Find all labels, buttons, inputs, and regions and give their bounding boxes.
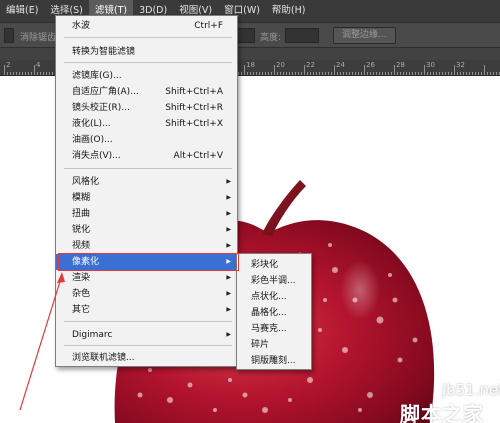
pixelate-item-fragment[interactable]: 碎片 bbox=[237, 337, 311, 353]
filter-menu-item-render[interactable]: 渲染 ▶ bbox=[56, 270, 237, 286]
menu-separator bbox=[64, 321, 232, 322]
submenu-arrow-icon: ▶ bbox=[226, 210, 231, 217]
filter-menu-dropdown: 水波 Ctrl+F 转换为智能滤镜 滤镜库(G)... 自适应广角(A)... Shift… bbox=[55, 15, 238, 367]
menu-item-label: 杂色 bbox=[72, 289, 91, 299]
menu-item-label: Digimarc bbox=[72, 330, 113, 340]
menu-item-label: 镜头校正(R)... bbox=[72, 103, 130, 113]
menu-item-label: 浏览联机滤镜... bbox=[72, 353, 135, 363]
watermark-domain: jb51.net bbox=[442, 381, 500, 399]
filter-menu-item-adaptive-wide-angle[interactable]: 自适应广角(A)... Shift+Ctrl+A bbox=[56, 84, 237, 100]
filter-menu-item-lens-correction[interactable]: 镜头校正(R)... Shift+Ctrl+R bbox=[56, 100, 237, 116]
menu-item-shortcut: Ctrl+F bbox=[194, 21, 223, 31]
highlight-callout-box bbox=[58, 253, 239, 271]
menu-item-label: 渲染 bbox=[72, 273, 91, 283]
pixelate-item-crystallize[interactable]: 晶格化... bbox=[237, 305, 311, 321]
submenu-arrow-icon: ▶ bbox=[226, 306, 231, 313]
submenu-arrow-icon: ▶ bbox=[226, 178, 231, 185]
menu-item-label: 消失点(V)... bbox=[72, 151, 121, 161]
filter-menu-item-video[interactable]: 视频 ▶ bbox=[56, 238, 237, 254]
menu-item-shortcut: Shift+Ctrl+A bbox=[165, 87, 223, 97]
menu-item-label: 风格化 bbox=[72, 177, 100, 187]
submenu-arrow-icon: ▶ bbox=[226, 274, 231, 281]
filter-menu-item-water-wave[interactable]: 水波 Ctrl+F bbox=[56, 18, 237, 34]
pixelate-item-color-halftone-crystallize[interactable]: 彩块化 bbox=[237, 257, 311, 273]
submenu-arrow-icon: ▶ bbox=[226, 331, 231, 338]
pixelate-item-color-halftone[interactable]: 彩色半调... bbox=[237, 273, 311, 289]
filter-menu-item-vanishing-point[interactable]: 消失点(V)... Alt+Ctrl+V bbox=[56, 148, 237, 164]
filter-menu-item-noise[interactable]: 杂色 ▶ bbox=[56, 286, 237, 302]
menu-item-label: 锐化 bbox=[72, 225, 91, 235]
menu-item-label: 视频 bbox=[72, 241, 91, 251]
filter-menu-item-blur[interactable]: 模糊 ▶ bbox=[56, 190, 237, 206]
menu-item-label: 滤镜库(G)... bbox=[72, 71, 122, 81]
pixelate-item-pointillize[interactable]: 点状化... bbox=[237, 289, 311, 305]
pixelate-submenu: 彩块化 彩色半调... 点状化... 晶格化... 马赛克... 碎片 铜版雕刻... bbox=[236, 253, 312, 370]
submenu-arrow-icon: ▶ bbox=[226, 290, 231, 297]
filter-menu-item-oil-paint[interactable]: 油画(O)... bbox=[56, 132, 237, 148]
menu-separator bbox=[64, 37, 232, 38]
filter-menu-item-distort[interactable]: 扭曲 ▶ bbox=[56, 206, 237, 222]
menu-item-label: 油画(O)... bbox=[72, 135, 113, 145]
menu-item-label: 自适应广角(A)... bbox=[72, 87, 139, 97]
menu-separator bbox=[64, 62, 232, 63]
filter-menu-item-sharpen[interactable]: 锐化 ▶ bbox=[56, 222, 237, 238]
menu-item-label: 扭曲 bbox=[72, 209, 91, 219]
filter-menu-item-other[interactable]: 其它 ▶ bbox=[56, 302, 237, 318]
filter-menu-item-convert-smart-filter[interactable]: 转换为智能滤镜 bbox=[56, 44, 237, 60]
filter-menu-item-stylize[interactable]: 风格化 ▶ bbox=[56, 174, 237, 190]
pixelate-item-mezzotint[interactable]: 铜版雕刻... bbox=[237, 353, 311, 369]
menu-separator bbox=[64, 345, 232, 346]
filter-menu-item-filter-gallery[interactable]: 滤镜库(G)... bbox=[56, 68, 237, 84]
pixelate-item-mosaic[interactable]: 马赛克... bbox=[237, 321, 311, 337]
menu-item-shortcut: Alt+Ctrl+V bbox=[173, 151, 223, 161]
menu-item-label: 转换为智能滤镜 bbox=[72, 47, 136, 57]
menu-item-label: 液化(L)... bbox=[72, 119, 111, 129]
submenu-arrow-icon: ▶ bbox=[226, 242, 231, 249]
watermark-site-name: 脚本之家 bbox=[400, 402, 484, 423]
submenu-arrow-icon: ▶ bbox=[226, 226, 231, 233]
submenu-arrow-icon: ▶ bbox=[226, 194, 231, 201]
filter-menu-item-digimarc[interactable]: Digimarc ▶ bbox=[56, 327, 237, 343]
filter-menu-item-browse-filters-online[interactable]: 浏览联机滤镜... bbox=[56, 350, 237, 366]
menu-item-label: 模糊 bbox=[72, 193, 91, 203]
menu-item-label: 其它 bbox=[72, 305, 91, 315]
menu-item-label: 水波 bbox=[72, 21, 91, 31]
menu-separator bbox=[64, 168, 232, 169]
filter-menu-item-liquify[interactable]: 液化(L)... Shift+Ctrl+X bbox=[56, 116, 237, 132]
menu-item-shortcut: Shift+Ctrl+R bbox=[165, 103, 223, 113]
menu-item-shortcut: Shift+Ctrl+X bbox=[165, 119, 223, 129]
